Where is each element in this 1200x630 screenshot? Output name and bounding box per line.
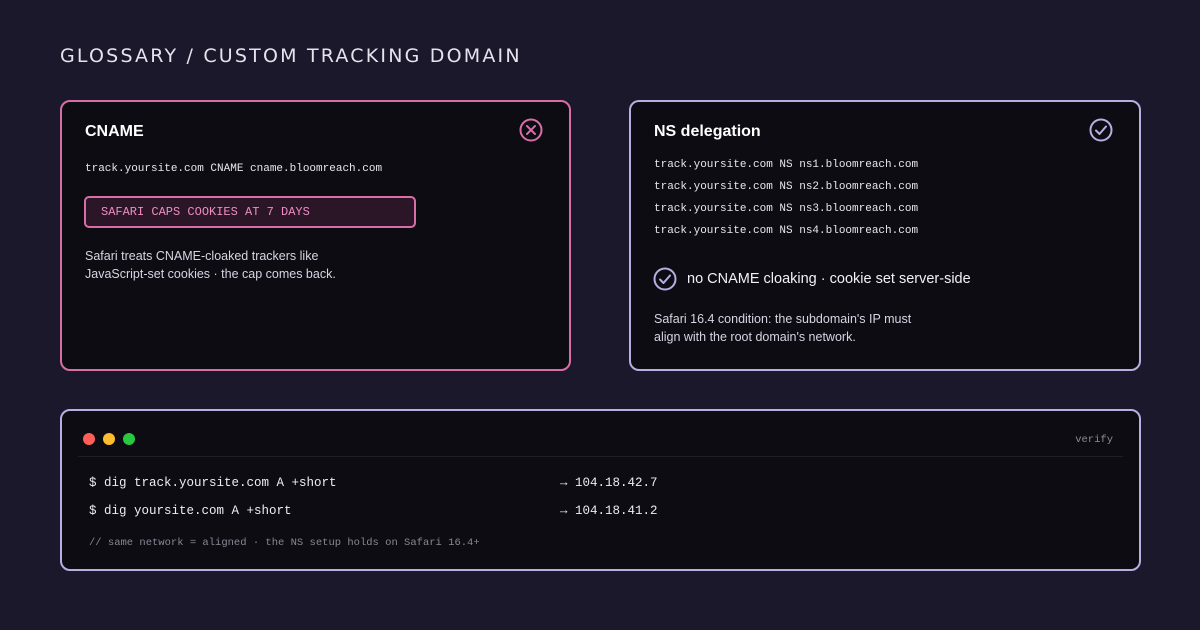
divider xyxy=(78,456,1123,457)
check-label: no CNAME cloaking · cookie set server-si… xyxy=(687,271,971,287)
ns-record: track.yoursite.com NS ns3.bloomreach.com xyxy=(654,203,919,215)
terminal-tag: verify xyxy=(1075,434,1113,446)
ns-record: track.yoursite.com NS ns4.bloomreach.com xyxy=(654,225,919,237)
cname-card: CNAME track.yoursite.com CNAME cname.blo… xyxy=(60,100,571,371)
page-title: GLOSSARY / CUSTOM TRACKING DOMAIN xyxy=(60,45,522,67)
terminal-window: verify $ dig track.yoursite.com A +short… xyxy=(60,409,1141,571)
ns-card-title: NS delegation xyxy=(654,123,761,140)
cname-description-line: JavaScript-set cookies · the cap comes b… xyxy=(85,267,336,281)
terminal-result: → 104.18.42.7 xyxy=(560,476,658,490)
minimize-dot[interactable] xyxy=(103,433,115,445)
close-dot[interactable] xyxy=(83,433,95,445)
terminal-result: → 104.18.41.2 xyxy=(560,504,658,518)
window-controls xyxy=(83,433,135,445)
ns-description: Safari 16.4 condition: the subdomain's I… xyxy=(654,310,911,346)
ns-description-line: Safari 16.4 condition: the subdomain's I… xyxy=(654,312,912,326)
cname-description-line: Safari treats CNAME-cloaked trackers lik… xyxy=(85,249,319,263)
ns-description-line: align with the root domain's network. xyxy=(654,330,856,344)
warning-badge: SAFARI CAPS COOKIES AT 7 DAYS xyxy=(84,196,416,228)
cname-description: Safari treats CNAME-cloaked trackers lik… xyxy=(85,247,336,283)
ns-record: track.yoursite.com NS ns2.bloomreach.com xyxy=(654,181,919,193)
cname-record: track.yoursite.com CNAME cname.bloomreac… xyxy=(85,163,383,175)
maximize-dot[interactable] xyxy=(123,433,135,445)
ns-record: track.yoursite.com NS ns1.bloomreach.com xyxy=(654,159,919,171)
check-circle-icon xyxy=(1089,118,1113,142)
check-circle-icon xyxy=(653,267,677,291)
terminal-command: $ dig yoursite.com A +short xyxy=(89,504,292,518)
terminal-command: $ dig track.yoursite.com A +short xyxy=(89,476,337,490)
cname-card-title: CNAME xyxy=(85,123,144,140)
x-circle-icon xyxy=(519,118,543,142)
terminal-comment: // same network = aligned · the NS setup… xyxy=(89,537,480,549)
ns-delegation-card: NS delegation track.yoursite.com NS ns1.… xyxy=(629,100,1141,371)
check-row: no CNAME cloaking · cookie set server-si… xyxy=(653,267,971,291)
